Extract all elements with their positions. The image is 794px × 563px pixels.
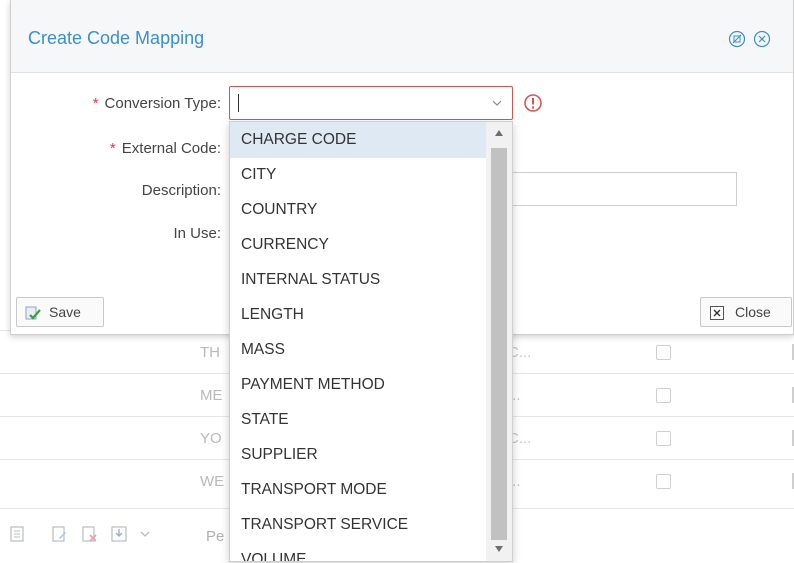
external-code-label: * External Code: (11, 140, 221, 157)
scroll-down-arrow-icon[interactable] (495, 546, 503, 552)
row-cell: TH (200, 344, 220, 361)
conversion-type-text: Conversion Type: (104, 95, 221, 112)
row-cell: ME (200, 387, 223, 404)
row-checkbox[interactable] (656, 431, 671, 446)
dropdown-option-mass[interactable]: MASS (230, 332, 487, 368)
in-use-label: In Use: (173, 225, 221, 242)
dialog-title: Create Code Mapping (28, 28, 205, 48)
dropdown-option-state[interactable]: STATE (230, 402, 487, 438)
close-icon (710, 306, 724, 320)
conversion-type-label: * Conversion Type: (11, 95, 221, 112)
required-mark: * (109, 140, 116, 157)
dropdown-option-currency[interactable]: CURRENCY (230, 227, 487, 263)
chevron-down-icon[interactable] (136, 525, 154, 543)
dropdown-option-internal-status[interactable]: INTERNAL STATUS (230, 262, 487, 298)
dropdown-scrollbar[interactable] (486, 122, 512, 561)
row-checkbox[interactable] (656, 388, 671, 403)
dropdown-option-volume[interactable]: VOLUME (230, 542, 487, 561)
row-checkbox[interactable] (656, 474, 671, 489)
dropdown-option-charge-code[interactable]: CHARGE CODE (230, 122, 487, 158)
text-cursor (238, 94, 239, 112)
dropdown-option-city[interactable]: CITY (230, 157, 487, 193)
close-button[interactable]: Close (700, 297, 792, 327)
conversion-type-combobox[interactable] (229, 86, 513, 120)
dropdown-option-transport-service[interactable]: TRANSPORT SERVICE (230, 507, 487, 543)
external-code-text: External Code: (121, 140, 221, 157)
close-label: Close (735, 304, 771, 320)
toolbar-label: Pe (206, 528, 225, 545)
dropdown-option-supplier[interactable]: SUPPLIER (230, 437, 487, 473)
dialog-header: Create Code Mapping (11, 0, 793, 73)
save-button[interactable]: Save (16, 297, 104, 327)
download-icon[interactable] (110, 525, 128, 543)
dropdown-option-payment-method[interactable]: PAYMENT METHOD (230, 367, 487, 403)
row-cell: WE (200, 473, 225, 490)
close-icon[interactable] (753, 30, 771, 48)
error-icon (524, 94, 542, 112)
dropdown-option-transport-mode[interactable]: TRANSPORT MODE (230, 472, 487, 508)
chevron-down-icon[interactable] (490, 96, 504, 110)
description-input[interactable] (511, 172, 737, 206)
scrollbar-thumb[interactable] (491, 148, 507, 540)
row-cell: YO (200, 430, 222, 447)
required-mark: * (92, 95, 99, 112)
scroll-up-arrow-icon[interactable] (495, 130, 503, 136)
dropdown-option-length[interactable]: LENGTH (230, 297, 487, 333)
delete-icon[interactable] (80, 525, 98, 543)
save-label: Save (49, 304, 81, 320)
description-label: Description: (141, 182, 221, 199)
maximize-icon[interactable] (728, 30, 746, 48)
list-icon[interactable] (8, 525, 26, 543)
edit-icon[interactable] (50, 525, 68, 543)
dropdown-option-country[interactable]: COUNTRY (230, 192, 487, 228)
row-checkbox[interactable] (656, 345, 671, 360)
save-icon (25, 306, 41, 320)
conversion-type-dropdown-list[interactable]: CHARGE CODE CITY COUNTRY CURRENCY INTERN… (229, 121, 513, 562)
